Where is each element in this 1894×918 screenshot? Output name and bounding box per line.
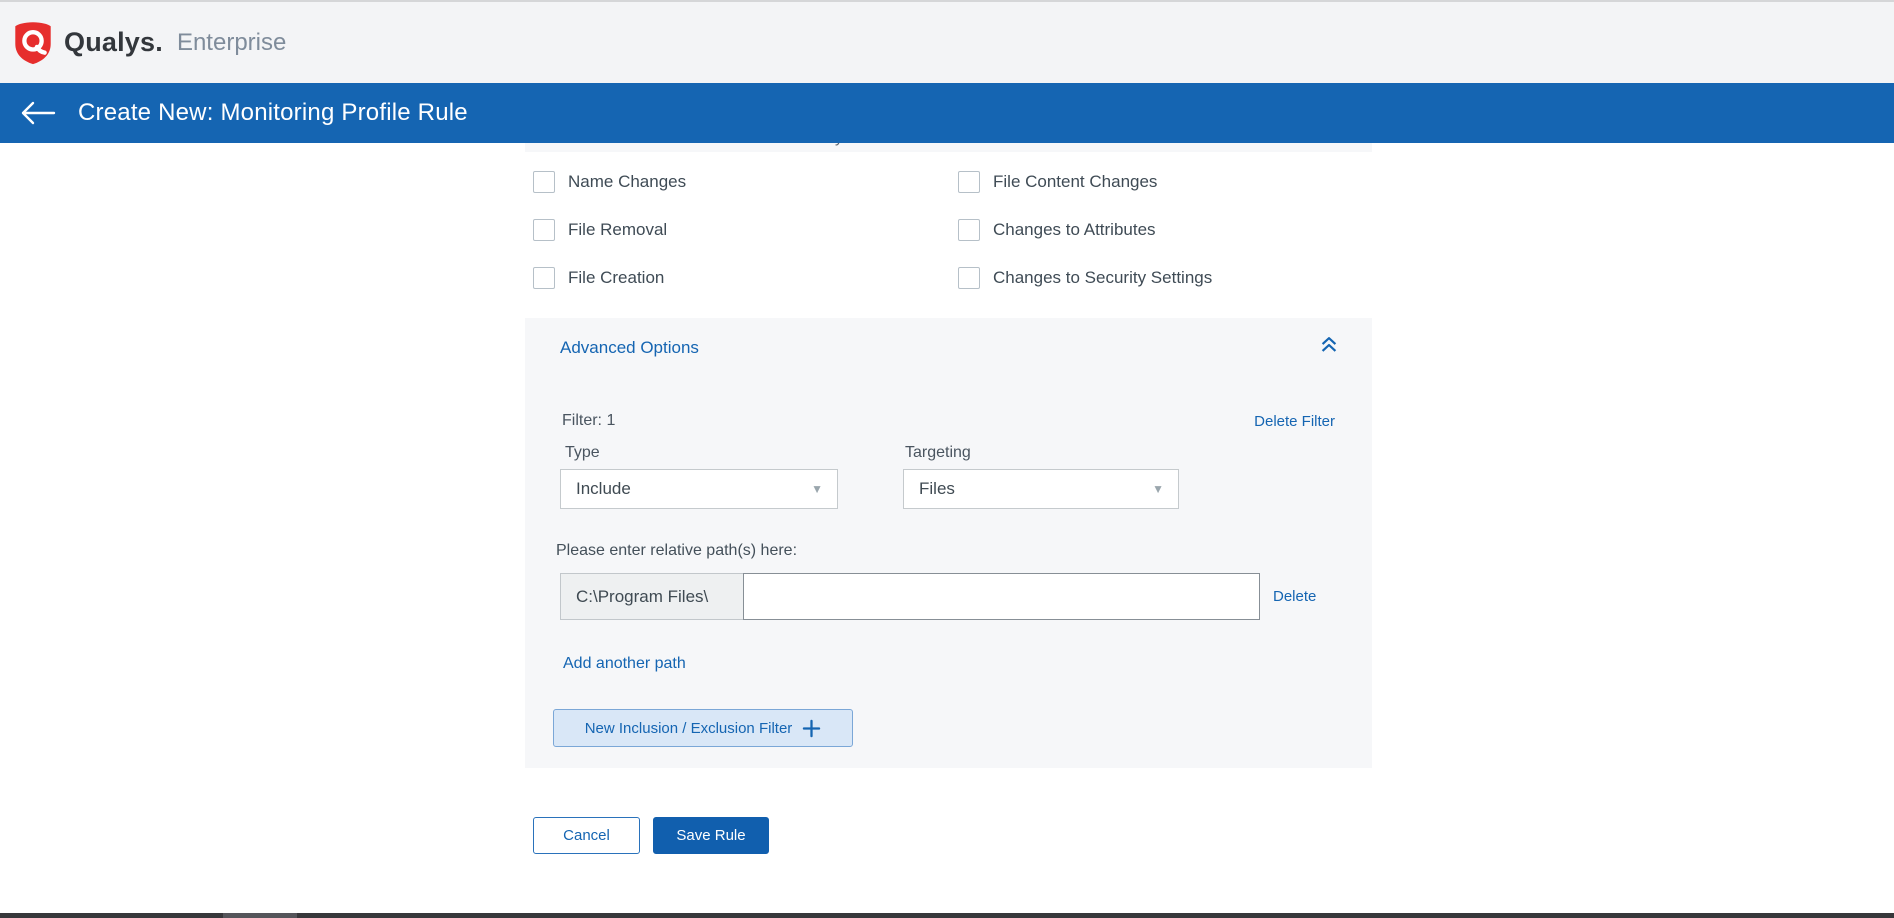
checkbox-row: File Removal Changes to Attributes xyxy=(533,206,1372,254)
event-checkbox-label: Name Changes xyxy=(568,172,686,192)
event-checkbox-label: File Content Changes xyxy=(993,172,1157,192)
chevron-down-icon: ▼ xyxy=(811,482,823,496)
targeting-field-label: Targeting xyxy=(905,444,971,462)
event-checkbox-label: File Removal xyxy=(568,220,667,240)
event-checkbox-label: Changes to Attributes xyxy=(993,220,1156,240)
path-prefix-box: C:\Program Files\ xyxy=(560,573,743,620)
changes-to-security-settings-checkbox[interactable] xyxy=(958,267,980,289)
checkbox-option-changes-to-security-settings[interactable]: Changes to Security Settings xyxy=(958,267,1212,289)
checkbox-option-file-removal[interactable]: File Removal xyxy=(533,219,958,241)
page-header: Create New: Monitoring Profile Rule xyxy=(0,83,1894,143)
scrolled-section-strip: y xyxy=(525,143,1372,152)
path-row: C:\Program Files\ Delete xyxy=(560,573,1316,620)
targeting-select[interactable]: Files ▼ xyxy=(903,469,1179,509)
targeting-select-value: Files xyxy=(919,479,955,499)
new-inclusion-exclusion-filter-button[interactable]: New Inclusion / Exclusion Filter xyxy=(553,709,853,747)
delete-filter-link[interactable]: Delete Filter xyxy=(1254,413,1335,430)
checkbox-option-file-content-changes[interactable]: File Content Changes xyxy=(958,171,1157,193)
checkbox-row: File Creation Changes to Security Settin… xyxy=(533,254,1372,302)
checkbox-option-file-creation[interactable]: File Creation xyxy=(533,267,958,289)
changes-to-attributes-checkbox[interactable] xyxy=(958,219,980,241)
brand-edition: Enterprise xyxy=(177,29,286,57)
file-creation-checkbox[interactable] xyxy=(533,267,555,289)
checkbox-option-name-changes[interactable]: Name Changes xyxy=(533,171,958,193)
path-prompt-label: Please enter relative path(s) here: xyxy=(556,542,797,560)
bottom-edge-segment xyxy=(223,913,297,918)
advanced-options-panel: Advanced Options Filter: 1 Delete Filter… xyxy=(525,318,1372,768)
add-another-path-link[interactable]: Add another path xyxy=(563,655,686,673)
plus-icon xyxy=(802,719,821,738)
delete-path-link[interactable]: Delete xyxy=(1273,588,1316,605)
event-checkbox-label: Changes to Security Settings xyxy=(993,268,1212,288)
file-content-changes-checkbox[interactable] xyxy=(958,171,980,193)
page-title: Create New: Monitoring Profile Rule xyxy=(78,99,468,127)
brand-name: Qualys. xyxy=(64,27,163,58)
name-changes-checkbox[interactable] xyxy=(533,171,555,193)
bottom-edge-bar xyxy=(0,913,1894,918)
save-rule-button[interactable]: Save Rule xyxy=(653,817,769,854)
advanced-options-link[interactable]: Advanced Options xyxy=(560,338,699,358)
filter-number-label: Filter: 1 xyxy=(562,412,615,430)
cancel-button[interactable]: Cancel xyxy=(533,817,640,854)
arrow-left-icon xyxy=(20,100,56,126)
type-select[interactable]: Include ▼ xyxy=(560,469,838,509)
back-button[interactable] xyxy=(18,97,58,129)
content-column: y Name Changes File Content Changes File… xyxy=(525,143,1372,768)
event-checkbox-label: File Creation xyxy=(568,268,664,288)
page: Qualys. Enterprise Create New: Monitorin… xyxy=(0,0,1894,918)
clipped-heading-fragment: y xyxy=(835,143,843,147)
type-select-value: Include xyxy=(576,479,631,499)
new-filter-button-label: New Inclusion / Exclusion Filter xyxy=(585,720,793,737)
checkbox-row: Name Changes File Content Changes xyxy=(533,158,1372,206)
chevron-double-up-icon xyxy=(1318,334,1340,356)
collapse-panel-button[interactable] xyxy=(1316,332,1342,361)
qualys-logo-icon xyxy=(14,21,52,65)
footer-actions: Cancel Save Rule xyxy=(533,817,769,854)
type-field-label: Type xyxy=(565,444,600,462)
relative-path-input[interactable] xyxy=(743,573,1260,620)
top-brand-bar: Qualys. Enterprise xyxy=(0,0,1894,83)
file-removal-checkbox[interactable] xyxy=(533,219,555,241)
checkbox-option-changes-to-attributes[interactable]: Changes to Attributes xyxy=(958,219,1156,241)
event-checkbox-section: Name Changes File Content Changes File R… xyxy=(525,152,1372,302)
chevron-down-icon: ▼ xyxy=(1152,482,1164,496)
